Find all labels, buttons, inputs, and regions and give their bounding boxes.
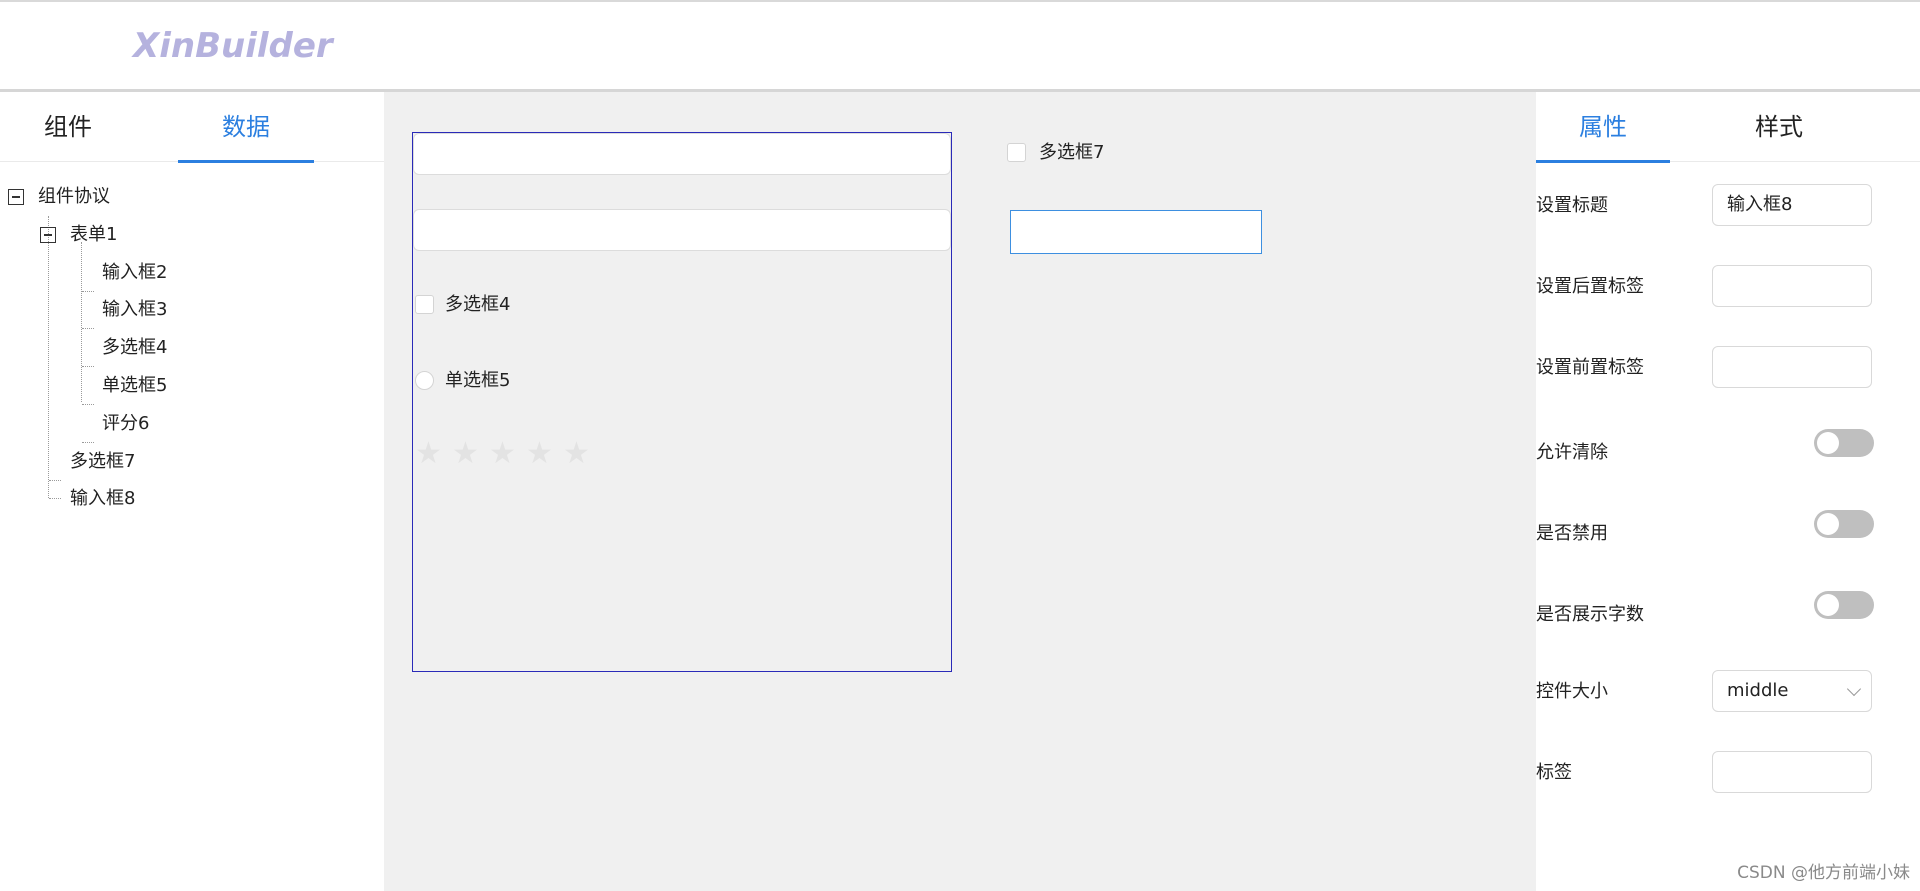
left-tabs: 组件 数据 xyxy=(0,92,384,163)
switch-knob xyxy=(1817,513,1839,535)
tree-connector xyxy=(48,216,49,498)
prop-allow-clear-row: 允许清除 xyxy=(1536,429,1920,473)
prop-disabled-label: 是否禁用 xyxy=(1536,523,1608,544)
right-tabs: 属性 样式 xyxy=(1536,92,1920,163)
rating-star-icon[interactable]: ★ xyxy=(563,439,590,469)
right-panel: 属性 样式 设置标题 输入框8 设置后置标签 设置前置标签 允许清除 是否禁用 … xyxy=(1536,92,1920,891)
rating-star-icon[interactable]: ★ xyxy=(489,439,516,469)
prop-size-row: 控件大小 middle xyxy=(1536,670,1920,714)
tree-connector xyxy=(82,404,94,405)
tab-styles[interactable]: 样式 xyxy=(1712,92,1846,162)
prop-prefix-row: 设置前置标签 xyxy=(1536,346,1920,390)
size-select[interactable]: middle xyxy=(1712,670,1872,712)
disabled-switch[interactable] xyxy=(1814,510,1874,538)
tree-node-label: 组件协议 xyxy=(38,186,110,207)
prop-suffix-row: 设置后置标签 xyxy=(1536,265,1920,309)
checkbox-7-label: 多选框7 xyxy=(1039,142,1105,163)
rating-star-icon[interactable]: ★ xyxy=(526,439,553,469)
left-panel: 组件 数据 组件协议 表单1 输入框2 输入框3 多选框4 单选框5 评分6 多… xyxy=(0,92,384,891)
tree-node-item[interactable]: 输入框2 xyxy=(102,258,167,288)
tree-node-label: 表单1 xyxy=(70,224,118,245)
show-count-switch[interactable] xyxy=(1814,591,1874,619)
tree-node-item[interactable]: 多选框7 xyxy=(70,447,135,477)
prop-tag-input[interactable] xyxy=(1712,751,1872,793)
prop-prefix-input[interactable] xyxy=(1712,346,1872,388)
tree-connector xyxy=(82,442,94,443)
tree-node-item[interactable]: 多选框4 xyxy=(102,333,167,363)
allow-clear-switch[interactable] xyxy=(1814,429,1874,457)
checkbox-7[interactable] xyxy=(1007,143,1026,162)
app-logo: XinBuilder xyxy=(133,26,333,66)
tab-data[interactable]: 数据 xyxy=(178,92,314,163)
prop-allow-clear-label: 允许清除 xyxy=(1536,442,1608,463)
watermark: CSDN @他方前端小妹 xyxy=(1737,863,1910,883)
input-field-2[interactable] xyxy=(413,133,951,175)
collapse-icon[interactable] xyxy=(40,227,56,243)
tree-node-item[interactable]: 输入框3 xyxy=(102,295,167,325)
rating-star-icon[interactable]: ★ xyxy=(415,439,442,469)
prop-tag-row: 标签 xyxy=(1536,751,1920,795)
radio-5-label: 单选框5 xyxy=(445,370,511,391)
tree-connector xyxy=(81,242,82,402)
tab-components[interactable]: 组件 xyxy=(0,92,136,162)
prop-title-row: 设置标题 输入框8 xyxy=(1536,184,1920,228)
tab-properties[interactable]: 属性 xyxy=(1536,92,1670,163)
collapse-icon[interactable] xyxy=(8,189,24,205)
prop-title-input[interactable]: 输入框8 xyxy=(1712,184,1872,226)
tree-connector xyxy=(82,366,94,367)
tree-connector xyxy=(49,498,61,499)
tree-connector xyxy=(49,480,61,481)
prop-suffix-input[interactable] xyxy=(1712,265,1872,307)
prop-size-label: 控件大小 xyxy=(1536,681,1608,702)
input-field-3[interactable] xyxy=(413,209,951,251)
prop-title-label: 设置标题 xyxy=(1536,195,1608,216)
input-field-8[interactable] xyxy=(1010,210,1262,254)
form-container-selected[interactable]: 多选框4 单选框5 ★ ★ ★ ★ ★ xyxy=(412,132,952,672)
checkbox-4[interactable] xyxy=(415,295,434,314)
prop-tag-label: 标签 xyxy=(1536,762,1572,783)
checkbox-4-label: 多选框4 xyxy=(445,294,511,315)
tree-connector xyxy=(82,291,94,292)
size-select-value: middle xyxy=(1727,680,1789,701)
tree-node-item[interactable]: 单选框5 xyxy=(102,371,167,401)
switch-knob xyxy=(1817,432,1839,454)
prop-show-count-label: 是否展示字数 xyxy=(1536,604,1644,625)
prop-show-count-row: 是否展示字数 xyxy=(1536,591,1920,635)
tree-node-item[interactable]: 评分6 xyxy=(102,409,149,439)
top-bar: XinBuilder xyxy=(0,0,1920,92)
switch-knob xyxy=(1817,594,1839,616)
tree-node-item[interactable]: 输入框8 xyxy=(70,484,135,514)
rating-star-icon[interactable]: ★ xyxy=(452,439,479,469)
prop-disabled-row: 是否禁用 xyxy=(1536,510,1920,554)
design-canvas[interactable]: 多选框4 单选框5 ★ ★ ★ ★ ★ 多选框7 xyxy=(384,92,1536,891)
radio-5[interactable] xyxy=(415,371,434,390)
prop-suffix-label: 设置后置标签 xyxy=(1536,276,1644,297)
chevron-down-icon xyxy=(1846,681,1862,697)
prop-prefix-label: 设置前置标签 xyxy=(1536,357,1644,378)
tree-connector xyxy=(82,328,94,329)
